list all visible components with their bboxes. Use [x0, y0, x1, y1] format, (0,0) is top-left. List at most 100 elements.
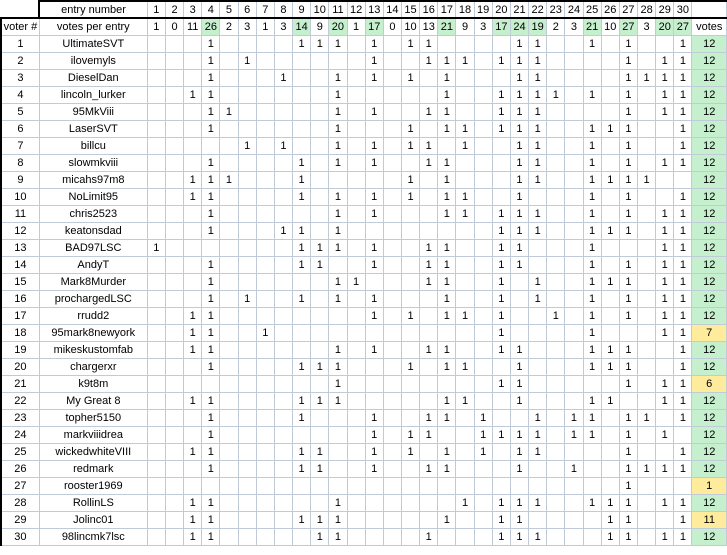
- vote-cell[interactable]: [238, 341, 257, 359]
- vote-cell[interactable]: [147, 52, 166, 70]
- vote-cell[interactable]: 1: [419, 341, 439, 359]
- vote-cell[interactable]: [601, 86, 620, 104]
- vote-cell[interactable]: [183, 35, 203, 53]
- vote-cell[interactable]: [383, 375, 402, 393]
- vote-cell[interactable]: 1: [655, 324, 675, 342]
- vote-cell[interactable]: 1: [492, 290, 511, 308]
- vote-cell[interactable]: [437, 528, 457, 546]
- vote-cell[interactable]: [310, 69, 330, 87]
- table-row[interactable]: 5 95MkViii 1 1 1 1 1 1 1 1 1 1 1 1 12: [0, 103, 727, 121]
- vote-cell[interactable]: 1: [201, 256, 221, 274]
- vote-cell[interactable]: [601, 409, 620, 427]
- vote-cell[interactable]: 1: [510, 188, 530, 206]
- vote-cell[interactable]: 1: [238, 290, 257, 308]
- vote-cell[interactable]: 1: [219, 171, 239, 189]
- vote-cell[interactable]: [455, 86, 475, 104]
- vote-cell[interactable]: [474, 307, 493, 325]
- vote-cell[interactable]: [147, 307, 166, 325]
- vote-cell[interactable]: 1: [292, 239, 312, 257]
- vote-cell[interactable]: 1: [510, 69, 530, 87]
- vote-cell[interactable]: 1: [619, 222, 639, 240]
- vote-cell[interactable]: 1: [365, 460, 384, 478]
- vote-cell[interactable]: 1: [201, 443, 221, 461]
- vote-cell[interactable]: 1: [546, 307, 566, 325]
- vote-cell[interactable]: [455, 273, 475, 291]
- vote-cell[interactable]: 1: [492, 307, 511, 325]
- vote-cell[interactable]: 1: [510, 52, 530, 70]
- vote-cell[interactable]: [492, 137, 511, 155]
- vote-cell[interactable]: [256, 35, 275, 53]
- vote-cell[interactable]: 1: [583, 188, 602, 206]
- vote-cell[interactable]: [564, 86, 584, 104]
- vote-cell[interactable]: 1: [673, 290, 693, 308]
- vote-cell[interactable]: 1: [401, 443, 421, 461]
- vote-cell[interactable]: 1: [528, 69, 548, 87]
- vote-cell[interactable]: [183, 273, 203, 291]
- vote-cell[interactable]: 1: [292, 188, 312, 206]
- vote-cell[interactable]: [637, 324, 657, 342]
- vote-cell[interactable]: [601, 426, 620, 444]
- vote-cell[interactable]: 1: [673, 307, 693, 325]
- vote-cell[interactable]: 1: [492, 528, 511, 546]
- vote-cell[interactable]: [383, 477, 402, 495]
- vote-cell[interactable]: [238, 460, 257, 478]
- vote-cell[interactable]: [510, 290, 530, 308]
- vote-cell[interactable]: 1: [546, 86, 566, 104]
- vote-cell[interactable]: [383, 222, 402, 240]
- vote-cell[interactable]: 1: [328, 392, 348, 410]
- vote-cell[interactable]: [347, 409, 366, 427]
- vote-cell[interactable]: [546, 137, 566, 155]
- vote-cell[interactable]: [274, 375, 294, 393]
- vote-cell[interactable]: 1: [455, 137, 475, 155]
- vote-cell[interactable]: 1: [528, 52, 548, 70]
- vote-cell[interactable]: 1: [401, 426, 421, 444]
- vote-cell[interactable]: [601, 188, 620, 206]
- vote-cell[interactable]: 1: [437, 103, 457, 121]
- vote-cell[interactable]: 1: [492, 273, 511, 291]
- vote-cell[interactable]: [165, 35, 185, 53]
- vote-cell[interactable]: [310, 188, 330, 206]
- table-row[interactable]: 12 keatonsdad 1 1 1 1 1 1 1 1 1 1 1 1 12: [0, 222, 727, 240]
- vote-cell[interactable]: [455, 443, 475, 461]
- vote-cell[interactable]: 1: [328, 103, 348, 121]
- vote-cell[interactable]: [256, 358, 275, 376]
- vote-cell[interactable]: 1: [601, 494, 620, 512]
- vote-cell[interactable]: [455, 460, 475, 478]
- vote-cell[interactable]: [274, 392, 294, 410]
- vote-cell[interactable]: [256, 341, 275, 359]
- vote-cell[interactable]: [401, 273, 421, 291]
- vote-cell[interactable]: [147, 205, 166, 223]
- vote-cell[interactable]: [256, 375, 275, 393]
- vote-cell[interactable]: [455, 528, 475, 546]
- vote-cell[interactable]: [238, 35, 257, 53]
- vote-cell[interactable]: 1: [655, 69, 675, 87]
- vote-cell[interactable]: [219, 409, 239, 427]
- vote-cell[interactable]: [546, 460, 566, 478]
- vote-cell[interactable]: 1: [455, 188, 475, 206]
- vote-cell[interactable]: [256, 528, 275, 546]
- table-row[interactable]: 22 My Great 8 1 1 1 1 1 1 1 1 1 1 1 1 12: [0, 392, 727, 410]
- vote-cell[interactable]: 1: [673, 120, 693, 138]
- vote-cell[interactable]: [238, 205, 257, 223]
- vote-cell[interactable]: 1: [492, 324, 511, 342]
- vote-cell[interactable]: [328, 307, 348, 325]
- vote-cell[interactable]: [292, 375, 312, 393]
- vote-cell[interactable]: 1: [292, 256, 312, 274]
- vote-cell[interactable]: [165, 239, 185, 257]
- vote-cell[interactable]: 1: [673, 205, 693, 223]
- vote-cell[interactable]: [546, 494, 566, 512]
- vote-cell[interactable]: [492, 460, 511, 478]
- vote-cell[interactable]: [183, 222, 203, 240]
- vote-cell[interactable]: 1: [601, 120, 620, 138]
- vote-cell[interactable]: 1: [528, 290, 548, 308]
- vote-cell[interactable]: 1: [619, 443, 639, 461]
- vote-cell[interactable]: 1: [274, 69, 294, 87]
- vote-cell[interactable]: 1: [673, 154, 693, 172]
- vote-cell[interactable]: 1: [655, 528, 675, 546]
- vote-cell[interactable]: [365, 477, 384, 495]
- vote-cell[interactable]: 1: [201, 528, 221, 546]
- vote-cell[interactable]: 1: [601, 273, 620, 291]
- vote-cell[interactable]: 1: [655, 103, 675, 121]
- vote-cell[interactable]: 1: [528, 409, 548, 427]
- vote-cell[interactable]: [455, 239, 475, 257]
